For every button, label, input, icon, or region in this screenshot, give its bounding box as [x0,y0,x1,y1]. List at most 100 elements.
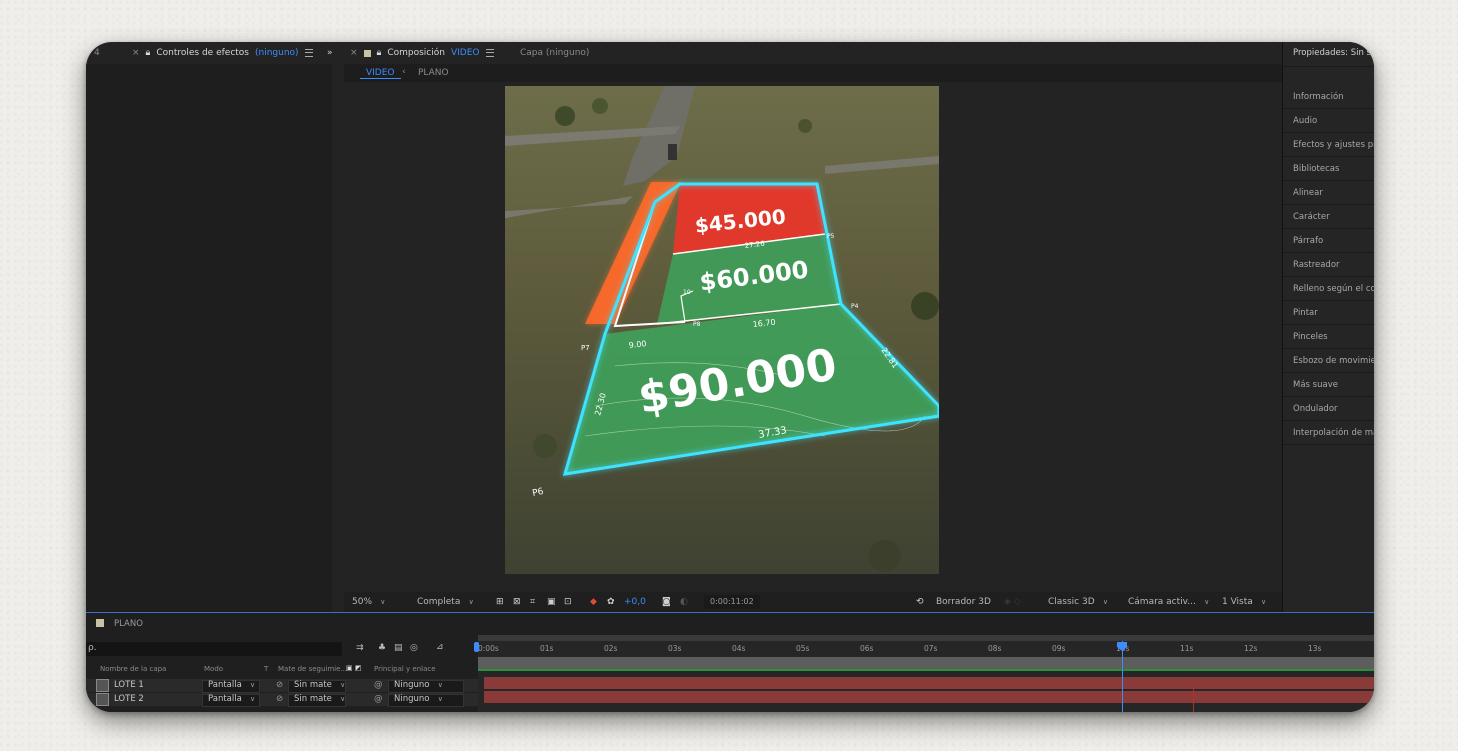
show-snapshot-icon[interactable]: ◐ [680,595,688,609]
column-t[interactable]: T [264,665,268,673]
ruler-tick: 09s [1052,644,1066,653]
layer-panel-tab[interactable]: Capa (ninguno) [520,42,589,64]
graph-editor-icon[interactable]: ⊿ [436,642,444,652]
panel-item-interpolacion[interactable]: Interpolación de más [1293,428,1374,438]
exposure-reset-icon[interactable]: ✿ [607,595,615,609]
draft-3d-toggle[interactable]: Borrador 3D [936,595,991,609]
panel-item-efectos[interactable]: Efectos y ajustes pre [1293,140,1374,150]
ruler-tick: 01s [540,644,554,653]
column-track-matte[interactable]: Mate de seguimie... [278,665,347,673]
panel-item-esbozo[interactable]: Esbozo de movimien [1293,356,1374,366]
aerial-scene: $45.000 $60.000 $90.000 27.26 16.70 9.00… [505,86,939,574]
zoom-dropdown[interactable]: 50% [352,595,385,609]
camera-dropdown[interactable]: Cámara activ... [1128,595,1209,609]
time-ruler[interactable]: 0:00s 01s 02s 03s 04s 05s 06s 07s 08s 09… [478,641,1374,657]
breadcrumb-video[interactable]: VIDEO [360,68,401,79]
snapshot-icon[interactable]: ◙ [662,595,671,609]
transparency-grid-icon[interactable]: ⊠ [513,595,521,609]
column-layer-name[interactable]: Nombre de la capa [100,665,166,673]
composition-color-icon [363,49,371,57]
panel-item-pinceles[interactable]: Pinceles [1293,332,1328,342]
safe-margins-icon[interactable]: ⊡ [564,595,572,609]
column-mode[interactable]: Modo [204,665,223,673]
pickwhip-icon[interactable]: @ [374,694,383,704]
layer-search-input[interactable]: ρ. [86,642,342,656]
lock-icon[interactable]: 🔒︎ [146,48,151,58]
work-area-start-handle[interactable] [474,642,479,652]
panel-item-informacion[interactable]: Información [1293,92,1344,102]
frame-blending-icon[interactable]: ▤ [394,643,403,653]
timeline-comp-name[interactable]: PLANO [114,619,143,629]
panel-item-parrafo[interactable]: Párrafo [1293,236,1323,246]
motion-blur-icon[interactable]: ◎ [410,643,418,653]
comp-mini-flowchart-icon[interactable]: ⇉ [356,643,364,653]
composition-breadcrumb: VIDEO ‹ PLANO [344,64,1282,82]
ruler-tick: 07s [924,644,938,653]
pickwhip-icon[interactable]: @ [374,680,383,690]
ruler-tick: 0:00s [478,644,499,653]
exposure-value[interactable]: +0,0 [624,595,646,609]
panel-item-bibliotecas[interactable]: Bibliotecas [1293,164,1339,174]
panel-menu-icon[interactable] [485,49,494,57]
render-bar [478,669,1374,671]
blend-mode-value: Pantalla [208,694,255,704]
matte-link-icon[interactable]: ⊘ [276,694,283,704]
panel-item-audio[interactable]: Audio [1293,116,1317,126]
ruler-tick: 05s [796,644,810,653]
draft3d-icon[interactable]: ⟲ [916,595,924,609]
parent-value: Ninguno [394,694,443,704]
shy-layers-icon[interactable]: ♣ [378,643,386,653]
matte-link-icon[interactable]: ⊘ [276,680,283,690]
column-parent[interactable]: Principal y enlace [374,665,436,673]
current-timecode[interactable]: 0:00:11:02 [704,595,760,609]
close-icon[interactable]: × [350,48,358,58]
panel-item-caracter[interactable]: Carácter [1293,212,1330,222]
layer-bar-lote-2[interactable] [484,691,1374,703]
effects-panel-target: (ninguno) [255,48,299,58]
panel-menu-icon[interactable] [304,49,313,57]
layer-name: LOTE 2 [114,694,144,704]
point-label-p5: P5 [827,233,835,240]
blend-mode-value: Pantalla [208,680,255,690]
properties-header: Propiedades: Sin se [1293,48,1374,58]
comp-color-icon [96,619,104,627]
layer-row[interactable]: LOTE 2 Pantalla ⊘ Sin mate @ Ninguno [86,693,478,707]
breadcrumb-plano[interactable]: PLANO [418,68,449,78]
views-dropdown[interactable]: 1 Vista [1222,595,1266,609]
ruler-tick: 12s [1244,644,1258,653]
parent-value: Ninguno [394,680,443,690]
close-icon[interactable]: × [132,48,140,58]
layer-marker [1193,685,1194,712]
color-channels-icon[interactable]: ◆ [590,595,597,609]
track-matte-value: Sin mate [294,694,345,704]
composition-panel-title: Composición [387,48,445,58]
renderer-dropdown[interactable]: Classic 3D [1048,595,1108,609]
region-of-interest-icon[interactable]: ⊞ [496,595,504,609]
track-matte-value: Sin mate [294,680,345,690]
guides-icon[interactable]: ⌗ [530,595,535,609]
mask-visibility-icon[interactable]: ▣ [547,595,556,609]
video-frame[interactable]: $45.000 $60.000 $90.000 27.26 16.70 9.00… [505,86,939,574]
expand-panels-icon[interactable]: » [327,42,333,64]
layer-bar-lote-1[interactable] [484,677,1374,689]
layer-row[interactable]: LOTE 1 Pantalla ⊘ Sin mate @ Ninguno [86,679,478,693]
panel-item-rastreador[interactable]: Rastreador [1293,260,1340,270]
panel-item-mas-suave[interactable]: Más suave [1293,380,1338,390]
panel-item-ondulador[interactable]: Ondulador [1293,404,1338,414]
layer-columns-header: Nombre de la capa Modo T Mate de seguimi… [86,664,478,675]
effects-panel-tab[interactable]: × 🔒︎ Controles de efectos (ninguno) [132,42,313,64]
playhead-line[interactable] [1122,641,1123,712]
resolution-dropdown[interactable]: Completa [417,595,474,609]
ruler-tick: 08s [988,644,1002,653]
layer-panel-title: Capa (ninguno) [520,48,590,58]
panel-item-alinear[interactable]: Alinear [1293,188,1323,198]
lock-icon[interactable]: 🔒︎ [377,48,382,58]
extended-viewer-icon[interactable]: ◈ ◇ [1004,595,1021,609]
properties-panel: Propiedades: Sin se Información Audio Ef… [1282,42,1374,612]
composition-panel-tab[interactable]: × 🔒︎ Composición VIDEO [350,42,494,64]
timeline-track-area[interactable]: 0:00s 01s 02s 03s 04s 05s 06s 07s 08s 09… [474,635,1374,712]
panel-item-pintar[interactable]: Pintar [1293,308,1318,318]
panel-item-relleno[interactable]: Relleno según el cont [1293,284,1374,294]
effects-panel-title: Controles de efectos [156,48,249,58]
matte-toggle-icons[interactable]: ▣ ◩ [346,664,361,672]
